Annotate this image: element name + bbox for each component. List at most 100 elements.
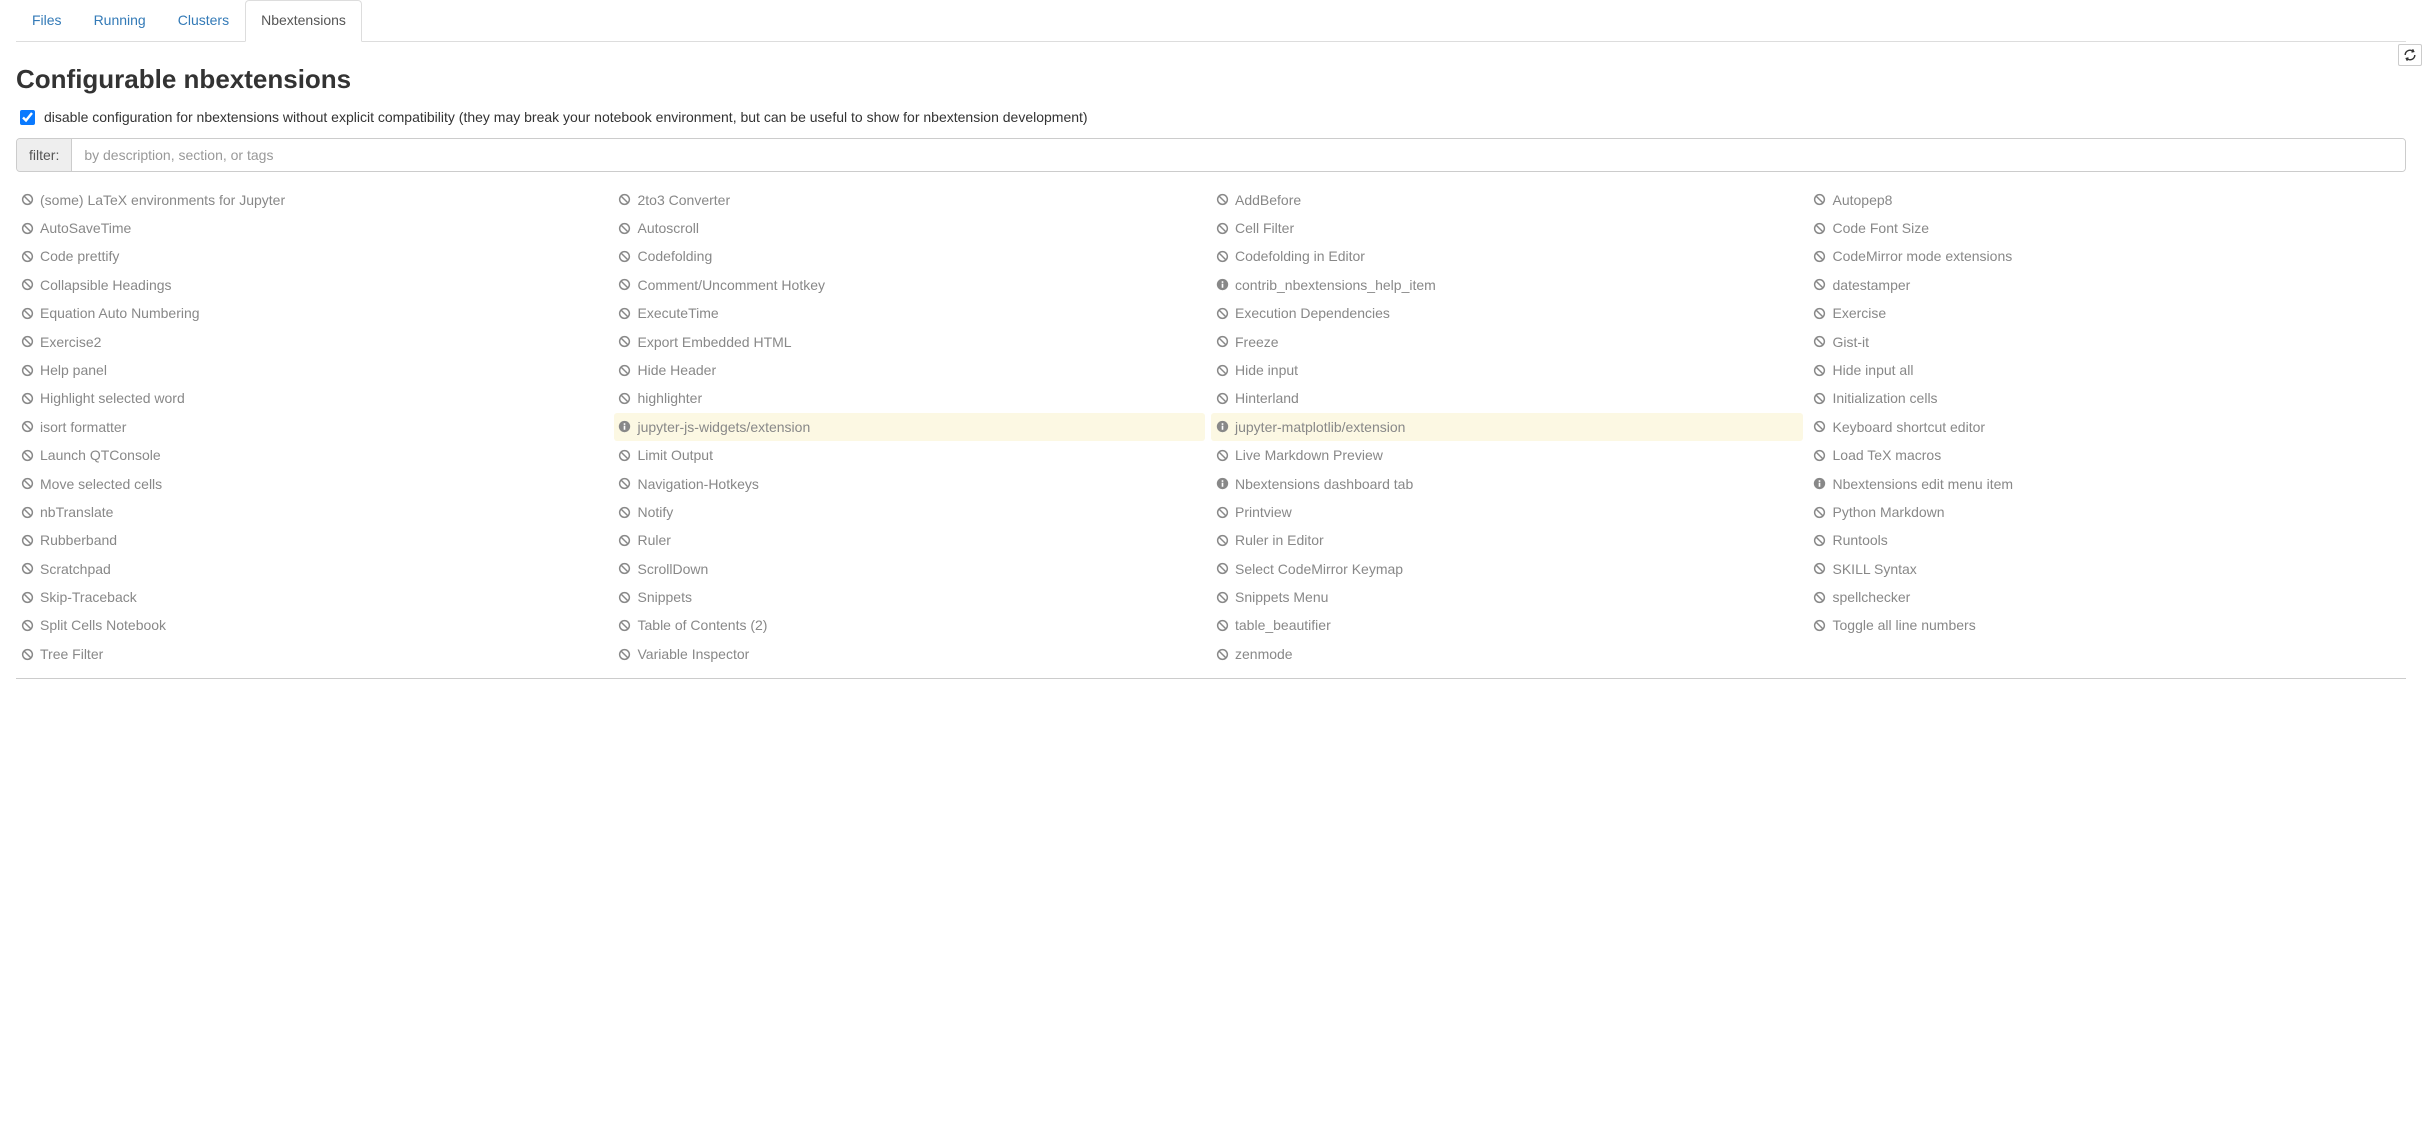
tab-running[interactable]: Running xyxy=(78,0,162,42)
tab-files[interactable]: Files xyxy=(16,0,78,42)
extension-item[interactable]: Printview xyxy=(1211,498,1803,526)
extension-item[interactable]: Ruler in Editor xyxy=(1211,526,1803,554)
refresh-button[interactable] xyxy=(2398,44,2422,66)
extension-item[interactable]: Cell Filter xyxy=(1211,214,1803,242)
extension-item[interactable]: jupyter-matplotlib/extension xyxy=(1211,413,1803,441)
extension-item[interactable]: Keyboard shortcut editor xyxy=(1809,413,2401,441)
extension-item[interactable]: Tree Filter xyxy=(16,640,608,668)
extension-item[interactable]: Collapsible Headings xyxy=(16,271,608,299)
extension-item[interactable]: highlighter xyxy=(614,384,1206,412)
extension-item[interactable]: Nbextensions edit menu item xyxy=(1809,470,2401,498)
extension-label: Skip-Traceback xyxy=(40,586,137,608)
extension-item[interactable]: Autoscroll xyxy=(614,214,1206,242)
extension-item[interactable]: CodeMirror mode extensions xyxy=(1809,242,2401,270)
extension-item[interactable]: jupyter-js-widgets/extension xyxy=(614,413,1206,441)
extension-item[interactable]: Snippets xyxy=(614,583,1206,611)
extension-label: Rubberband xyxy=(40,529,117,551)
extension-item[interactable]: Hide input xyxy=(1211,356,1803,384)
ban-icon xyxy=(618,562,632,576)
extension-item[interactable]: Ruler xyxy=(614,526,1206,554)
extension-label: Gist-it xyxy=(1833,331,1870,353)
extension-item[interactable]: Initialization cells xyxy=(1809,384,2401,412)
extension-item[interactable]: Codefolding in Editor xyxy=(1211,242,1803,270)
extension-item[interactable]: Exercise xyxy=(1809,299,2401,327)
extension-item[interactable]: Help panel xyxy=(16,356,608,384)
extension-label: Snippets xyxy=(638,586,692,608)
ban-icon xyxy=(20,193,34,207)
filter-input[interactable] xyxy=(72,139,2405,171)
extension-item[interactable]: Limit Output xyxy=(614,441,1206,469)
extension-item[interactable]: Code Font Size xyxy=(1809,214,2401,242)
extension-item[interactable]: spellchecker xyxy=(1809,583,2401,611)
ban-icon xyxy=(20,505,34,519)
extension-item[interactable]: Table of Contents (2) xyxy=(614,611,1206,639)
ban-icon xyxy=(20,221,34,235)
ban-icon xyxy=(20,562,34,576)
ban-icon xyxy=(20,278,34,292)
extension-label: Exercise2 xyxy=(40,331,101,353)
info-icon xyxy=(1215,420,1229,434)
extension-item[interactable]: Gist-it xyxy=(1809,328,2401,356)
tab-clusters[interactable]: Clusters xyxy=(162,0,245,42)
extension-label: Comment/Uncomment Hotkey xyxy=(638,274,826,296)
extension-item[interactable]: Navigation-Hotkeys xyxy=(614,470,1206,498)
extension-item[interactable]: Runtools xyxy=(1809,526,2401,554)
extension-item[interactable]: zenmode xyxy=(1211,640,1803,668)
extension-item[interactable]: Launch QTConsole xyxy=(16,441,608,469)
extension-item[interactable]: Split Cells Notebook xyxy=(16,611,608,639)
extension-label: ExecuteTime xyxy=(638,302,719,324)
extension-item[interactable]: Exercise2 xyxy=(16,328,608,356)
extension-item[interactable]: Notify xyxy=(614,498,1206,526)
extension-label: Live Markdown Preview xyxy=(1235,444,1383,466)
extension-item[interactable]: Python Markdown xyxy=(1809,498,2401,526)
extension-label: jupyter-matplotlib/extension xyxy=(1235,416,1405,438)
extension-item[interactable]: Code prettify xyxy=(16,242,608,270)
ban-icon xyxy=(618,250,632,264)
ban-icon xyxy=(618,392,632,406)
extension-label: Exercise xyxy=(1833,302,1887,324)
extension-item[interactable]: nbTranslate xyxy=(16,498,608,526)
extension-label: Hide input xyxy=(1235,359,1298,381)
extension-item[interactable]: datestamper xyxy=(1809,271,2401,299)
ban-icon xyxy=(1215,448,1229,462)
extension-item[interactable]: Select CodeMirror Keymap xyxy=(1211,555,1803,583)
extension-item[interactable]: (some) LaTeX environments for Jupyter xyxy=(16,186,608,214)
extension-item[interactable]: Equation Auto Numbering xyxy=(16,299,608,327)
extension-item[interactable]: AutoSaveTime xyxy=(16,214,608,242)
extension-label: AutoSaveTime xyxy=(40,217,131,239)
extension-item[interactable]: Variable Inspector xyxy=(614,640,1206,668)
extension-item[interactable]: AddBefore xyxy=(1211,186,1803,214)
extension-label: contrib_nbextensions_help_item xyxy=(1235,274,1436,296)
extension-item[interactable]: ExecuteTime xyxy=(614,299,1206,327)
extension-item[interactable]: Highlight selected word xyxy=(16,384,608,412)
compat-checkbox[interactable] xyxy=(20,110,35,125)
extension-item[interactable]: Snippets Menu xyxy=(1211,583,1803,611)
extension-item[interactable]: Codefolding xyxy=(614,242,1206,270)
extension-item[interactable]: SKILL Syntax xyxy=(1809,555,2401,583)
ban-icon xyxy=(1813,562,1827,576)
compat-row[interactable]: disable configuration for nbextensions w… xyxy=(16,107,2406,128)
extension-item[interactable]: Scratchpad xyxy=(16,555,608,583)
tab-nbextensions[interactable]: Nbextensions xyxy=(245,0,362,42)
extension-item[interactable]: isort formatter xyxy=(16,413,608,441)
extension-item[interactable]: Comment/Uncomment Hotkey xyxy=(614,271,1206,299)
extension-item[interactable]: Hide Header xyxy=(614,356,1206,384)
extension-item[interactable]: table_beautifier xyxy=(1211,611,1803,639)
extension-item[interactable]: Move selected cells xyxy=(16,470,608,498)
extension-item[interactable]: Rubberband xyxy=(16,526,608,554)
extension-item[interactable]: Autopep8 xyxy=(1809,186,2401,214)
extension-item[interactable]: Execution Dependencies xyxy=(1211,299,1803,327)
extension-item[interactable]: Live Markdown Preview xyxy=(1211,441,1803,469)
extension-item[interactable]: contrib_nbextensions_help_item xyxy=(1211,271,1803,299)
extension-item[interactable]: Load TeX macros xyxy=(1809,441,2401,469)
extension-label: Python Markdown xyxy=(1833,501,1945,523)
extension-item[interactable]: Nbextensions dashboard tab xyxy=(1211,470,1803,498)
extension-item[interactable]: Export Embedded HTML xyxy=(614,328,1206,356)
extension-item[interactable]: Skip-Traceback xyxy=(16,583,608,611)
extension-item[interactable]: Hinterland xyxy=(1211,384,1803,412)
extension-item[interactable]: Hide input all xyxy=(1809,356,2401,384)
extension-item[interactable]: 2to3 Converter xyxy=(614,186,1206,214)
extension-item[interactable]: Toggle all line numbers xyxy=(1809,611,2401,639)
extension-item[interactable]: ScrollDown xyxy=(614,555,1206,583)
extension-item[interactable]: Freeze xyxy=(1211,328,1803,356)
